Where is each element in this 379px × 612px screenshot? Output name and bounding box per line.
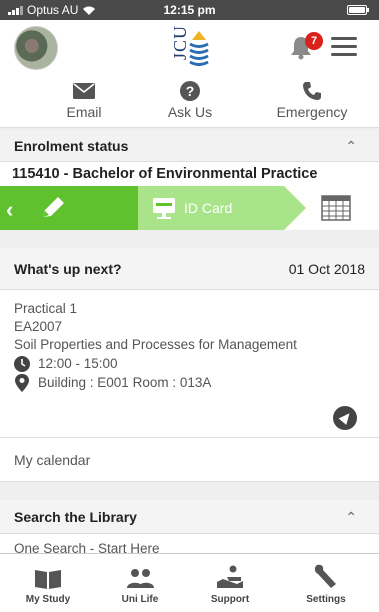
activity-name: Practical 1 [14, 301, 78, 316]
helping-hand-icon [217, 565, 243, 588]
whats-up-next-header: What's up next? 01 Oct 2018 [0, 248, 379, 290]
tab-my-study[interactable]: My Study [8, 560, 88, 605]
email-label: Email [66, 104, 102, 120]
chevron-up-icon[interactable]: ⌃ [345, 130, 357, 162]
emergency-label: Emergency [276, 104, 348, 120]
ask-us-label: Ask Us [167, 104, 213, 120]
search-library-title: Search the Library [14, 509, 137, 525]
class-location: Building : E001 Room : 013A [38, 375, 212, 390]
enrolment-status-title: Enrolment status [14, 138, 129, 154]
emergency-button[interactable]: Emergency [262, 80, 362, 120]
id-card-label: ID Card [184, 200, 233, 216]
navigate-compass-icon[interactable] [333, 406, 357, 430]
email-button[interactable]: Email [34, 80, 134, 120]
enrolment-status-header[interactable]: Enrolment status ⌃ [0, 130, 379, 162]
subject-code: EA2007 [14, 319, 63, 334]
whats-up-next-title: What's up next? [14, 261, 122, 277]
course-name: 115410 - Bachelor of Environmental Pract… [0, 162, 379, 186]
ask-us-button[interactable]: ? Ask Us [140, 80, 240, 120]
whats-up-next-date: 01 Oct 2018 [288, 261, 365, 277]
pencil-icon[interactable] [40, 196, 66, 220]
chevron-left-icon[interactable]: ‹ [6, 197, 13, 223]
id-card-icon [153, 198, 175, 219]
location-pin-icon [15, 374, 29, 392]
jcu-logo: JCU [170, 25, 214, 70]
next-class-card[interactable]: Practical 1 EA2007 Soil Properties and P… [0, 290, 379, 438]
clock-icon [14, 356, 30, 372]
book-icon [35, 570, 61, 589]
tab-my-study-label: My Study [25, 594, 71, 605]
tab-support[interactable]: Support [190, 560, 270, 605]
tab-settings[interactable]: Settings [286, 560, 366, 605]
search-library-header[interactable]: Search the Library ⌃ [0, 500, 379, 534]
tab-uni-life[interactable]: Uni Life [100, 560, 180, 605]
hamburger-menu-icon[interactable] [331, 37, 357, 57]
bottom-tab-bar: My Study Uni Life Support Settings [0, 553, 379, 612]
tab-uni-life-label: Uni Life [121, 594, 159, 605]
enrolment-action-bar: ‹ ID Card [0, 186, 379, 230]
notification-badge: 7 [305, 32, 323, 50]
avatar[interactable] [14, 26, 58, 70]
tab-support-label: Support [210, 594, 250, 605]
subject-name: Soil Properties and Processes for Manage… [14, 337, 297, 352]
question-icon: ? [180, 81, 200, 101]
quick-links-bar: Email ? Ask Us Emergency [0, 76, 379, 128]
envelope-icon [73, 83, 95, 99]
battery-icon [347, 5, 369, 15]
id-card-button[interactable]: ID Card [152, 196, 232, 220]
app-header: JCU 7 [0, 20, 379, 76]
phone-icon [303, 82, 321, 100]
my-calendar-link[interactable]: My calendar [0, 438, 379, 482]
class-time: 12:00 - 15:00 [38, 356, 118, 371]
timetable-grid-icon[interactable] [321, 195, 351, 221]
people-icon [127, 569, 154, 588]
status-bar: Optus AU 12:15 pm [0, 0, 379, 20]
svg-text:?: ? [186, 83, 195, 99]
chevron-up-icon[interactable]: ⌃ [345, 500, 357, 534]
status-time: 12:15 pm [163, 3, 216, 17]
wrench-icon [314, 564, 336, 588]
tab-settings-label: Settings [306, 594, 346, 605]
